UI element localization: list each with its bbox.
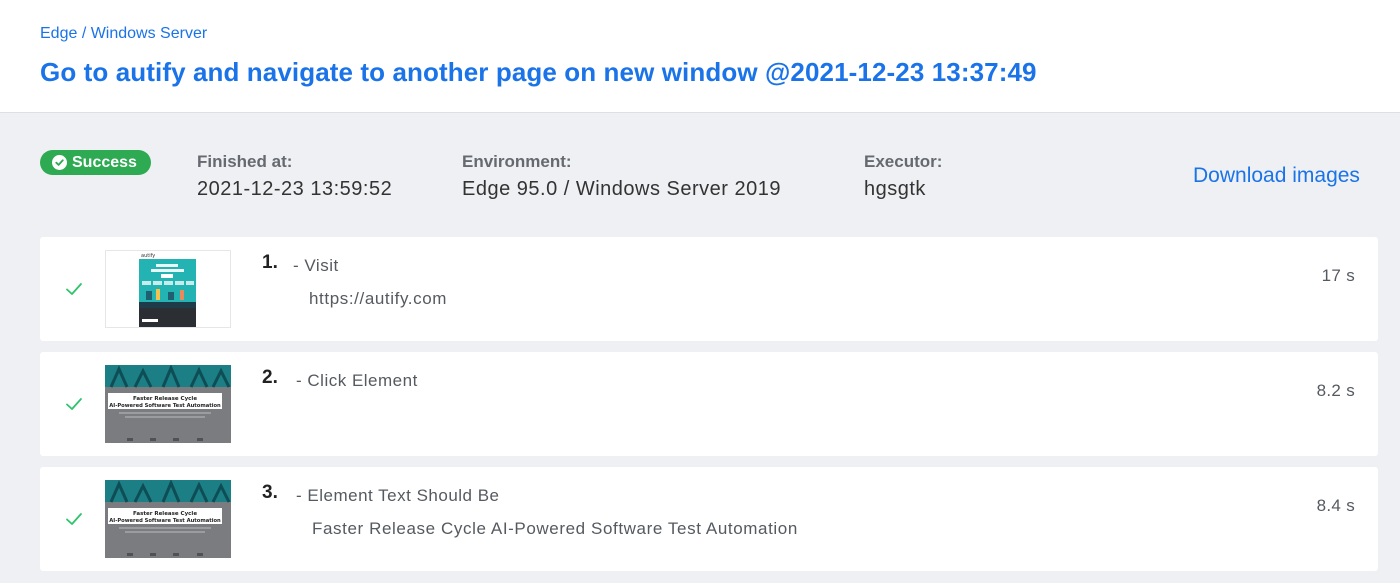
step-detail: https://autify.com (309, 289, 448, 308)
check-icon (66, 398, 82, 410)
check-circle-icon (52, 155, 67, 170)
thumb-text-1: Faster Release Cycle (133, 396, 197, 402)
screenshot-image: Faster Release Cycle AI-Powered Software… (105, 365, 231, 443)
page-header: Edge / Windows Server Go to autify and n… (0, 0, 1400, 113)
step-title: - Visit (293, 256, 339, 275)
step-number: 3. (262, 482, 278, 503)
executor-label: Executor: (864, 152, 943, 171)
step-row-3[interactable]: Faster Release Cycle AI-Powered Software… (40, 467, 1378, 571)
run-summary (0, 113, 1400, 233)
step-duration: 8.2 s (1316, 381, 1355, 400)
environment-label: Environment: (462, 152, 572, 171)
executor-value: hgsgtk (864, 178, 926, 200)
step-screenshot-thumbnail[interactable]: autify (105, 250, 231, 328)
step-row-2[interactable]: Faster Release Cycle AI-Powered Software… (40, 352, 1378, 456)
finished-at-value: 2021-12-23 13:59:52 (197, 178, 393, 200)
step-duration: 17 s (1321, 266, 1355, 285)
screenshot-image: Faster Release Cycle AI-Powered Software… (105, 480, 231, 558)
check-icon (66, 283, 82, 295)
screenshot-image: autify (106, 251, 230, 327)
status-badge: Success (40, 150, 151, 175)
finished-at-label: Finished at: (197, 152, 293, 171)
thumb-text-2: AI-Powered Software Test Automation (109, 518, 221, 524)
breadcrumb[interactable]: Edge / Windows Server (40, 25, 207, 43)
step-title: - Element Text Should Be (296, 486, 500, 505)
environment-value: Edge 95.0 / Windows Server 2019 (462, 178, 782, 200)
step-screenshot-thumbnail[interactable]: Faster Release Cycle AI-Powered Software… (105, 365, 231, 443)
step-number: 1. (262, 252, 278, 273)
status-label: Success (72, 153, 137, 171)
step-row-1[interactable]: autify 1. - Visit https://autify.com 17 … (40, 237, 1378, 341)
step-title: - Click Element (296, 371, 418, 390)
svg-text:autify: autify (141, 253, 155, 259)
page-title: Go to autify and navigate to another pag… (40, 57, 1037, 87)
thumb-text-2: AI-Powered Software Test Automation (109, 403, 221, 409)
check-icon (66, 513, 82, 525)
thumb-text-1: Faster Release Cycle (133, 511, 197, 517)
step-screenshot-thumbnail[interactable]: Faster Release Cycle AI-Powered Software… (105, 480, 231, 558)
step-detail: Faster Release Cycle AI-Powered Software… (312, 519, 798, 538)
step-number: 2. (262, 367, 278, 388)
step-duration: 8.4 s (1316, 496, 1355, 515)
download-images-link[interactable]: Download images (1193, 164, 1360, 188)
